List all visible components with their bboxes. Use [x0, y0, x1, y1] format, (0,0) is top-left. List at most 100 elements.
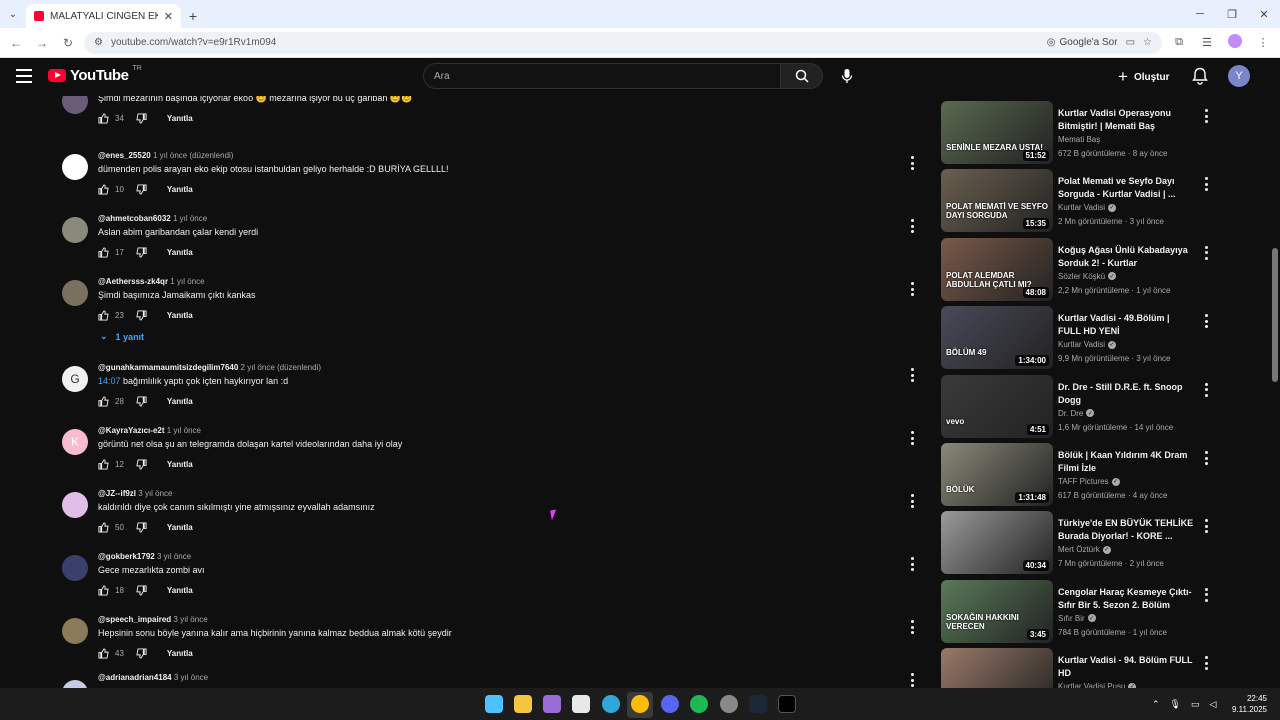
reply-button[interactable]: Yanıtla: [167, 460, 193, 469]
comment-more-icon[interactable]: [908, 219, 916, 233]
video-more-icon[interactable]: [1202, 451, 1210, 465]
commenter-avatar[interactable]: K: [62, 429, 88, 455]
thumbs-up-icon[interactable]: [98, 459, 109, 470]
commenter-avatar[interactable]: [62, 618, 88, 644]
video-thumbnail[interactable]: POLAT ALEMDAR ABDULLAH ÇATLI MI? 48:08: [941, 237, 1053, 301]
related-video-item[interactable]: POLAT MEMATİ VE SEYFO DAYI SORGUDA 15:35 P…: [940, 169, 1210, 233]
channel-name[interactable]: TAFF Pictures: [1058, 477, 1109, 486]
edge-icon[interactable]: [602, 695, 620, 713]
search-input[interactable]: Ara: [423, 63, 781, 89]
video-thumbnail[interactable]: 40:34: [941, 511, 1053, 575]
file-explorer-icon[interactable]: [514, 695, 532, 713]
video-title[interactable]: Dr. Dre - Still D.R.E. ft. Snoop Dogg: [1058, 381, 1194, 407]
comment-more-icon[interactable]: [908, 620, 916, 634]
store-icon[interactable]: [572, 695, 590, 713]
comment-author[interactable]: @speech_impaired: [98, 615, 171, 624]
video-thumbnail[interactable]: vevo 4:51: [941, 374, 1053, 438]
comment-more-icon[interactable]: [908, 368, 916, 382]
thumbs-up-icon[interactable]: [98, 648, 109, 659]
video-title[interactable]: Koğuş Ağası Ünlü Kabadayıya Sorduk 2! - …: [1058, 244, 1194, 270]
related-video-item[interactable]: SENİNLE MEZARA USTA! 51:52 Kurtlar Vadisi …: [940, 101, 1210, 165]
video-thumbnail[interactable]: SENİNLE MEZARA USTA! 51:52: [941, 101, 1053, 164]
volume-icon[interactable]: ◁: [1210, 699, 1217, 710]
channel-name[interactable]: Kurtlar Vadisi: [1058, 340, 1105, 349]
thumbs-down-icon[interactable]: [136, 522, 147, 533]
minimize-icon[interactable]: ─: [1184, 8, 1216, 20]
thumbs-up-icon[interactable]: [98, 247, 109, 258]
video-title[interactable]: Kurtlar Vadisi - 49.Bölüm | FULL HD YENİ: [1058, 312, 1194, 338]
steam-helper-icon[interactable]: [720, 695, 738, 713]
forward-icon[interactable]: →: [32, 36, 52, 50]
close-tab-icon[interactable]: ✕: [164, 10, 173, 23]
thumbs-up-icon[interactable]: [98, 310, 109, 321]
youtube-logo[interactable]: YouTube TR: [48, 65, 142, 84]
new-tab-button[interactable]: +: [181, 4, 205, 28]
video-thumbnail[interactable]: POLAT MEMATİ VE SEYFO DAYI SORGUDA 15:35: [941, 169, 1053, 233]
comment-author[interactable]: @KayraYazıcı-e2t: [98, 426, 165, 435]
video-more-icon[interactable]: [1202, 314, 1210, 329]
related-video-item[interactable]: 40:34 Türkiye'de EN BÜYÜK TEHLİKE Burada …: [940, 511, 1210, 575]
view-replies-button[interactable]: ⌄ 1 yanıt: [100, 331, 144, 342]
thumbs-up-icon[interactable]: [98, 396, 109, 407]
commenter-avatar[interactable]: [62, 217, 88, 243]
video-title[interactable]: Kurtlar Vadisi - 94. Bölüm FULL HD: [1058, 654, 1194, 680]
comment-more-icon[interactable]: [908, 557, 916, 571]
comment-author[interactable]: @enes_25520: [98, 151, 151, 160]
video-title[interactable]: Bölük | Kaan Yıldırım 4K Dram Filmi İzle: [1058, 449, 1194, 475]
extensions-icon[interactable]: ⧉: [1168, 36, 1190, 49]
reply-button[interactable]: Yanıtla: [167, 586, 193, 595]
thumbs-down-icon[interactable]: [136, 585, 147, 596]
create-button[interactable]: + Oluştur: [1118, 65, 1170, 89]
page-scrollbar[interactable]: [1270, 96, 1280, 688]
comment-author[interactable]: @gunahkarmamaumitsizdegilim7640: [98, 363, 238, 372]
comment-more-icon[interactable]: [908, 282, 916, 296]
thumbs-up-icon[interactable]: [98, 522, 109, 533]
related-video-item[interactable]: POLAT ALEMDAR ABDULLAH ÇATLI MI? 48:08 Koğ…: [940, 237, 1210, 302]
spotify-icon[interactable]: [690, 695, 708, 713]
reply-button[interactable]: Yanıtla: [167, 523, 193, 532]
microphone-tray-icon[interactable]: 🎙: [1170, 699, 1181, 710]
commenter-avatar[interactable]: G: [62, 366, 88, 392]
comment-author[interactable]: @JZ--if9zl: [98, 489, 136, 498]
commenter-avatar[interactable]: [62, 555, 88, 581]
channel-name[interactable]: Mert Öztürk: [1058, 545, 1100, 554]
tray-overflow-icon[interactable]: ⌃: [1152, 699, 1160, 710]
notifications-button[interactable]: [1192, 67, 1210, 85]
thumbs-up-icon[interactable]: [98, 113, 109, 124]
reply-button[interactable]: Yanıtla: [167, 114, 193, 123]
app-window-icon[interactable]: [778, 695, 796, 713]
related-video-item[interactable]: BÖLÜM 49 1:34:00 Kurtlar Vadisi - 49.Bölüm…: [940, 306, 1210, 370]
chrome-icon[interactable]: [631, 695, 649, 713]
profile-icon[interactable]: [1224, 34, 1246, 51]
comment-more-icon[interactable]: [908, 673, 916, 687]
thumbs-up-icon[interactable]: [98, 184, 109, 195]
bookmark-star-icon[interactable]: ☆: [1143, 37, 1152, 48]
reply-button[interactable]: Yanıtla: [167, 649, 193, 658]
video-more-icon[interactable]: [1202, 519, 1210, 534]
thumbs-up-icon[interactable]: [98, 585, 109, 596]
cast-icon[interactable]: ▭: [1126, 37, 1135, 48]
video-title[interactable]: Kurtlar Vadisi Operasyonu Bitmiştir! | M…: [1058, 107, 1194, 133]
close-window-icon[interactable]: ✕: [1248, 8, 1280, 21]
voice-search-button[interactable]: [838, 66, 856, 86]
video-thumbnail[interactable]: SOKAĞIN HAKKINI VERECEN 3:45: [941, 579, 1053, 643]
video-more-icon[interactable]: [1202, 382, 1210, 397]
discord-icon[interactable]: [661, 695, 679, 713]
reload-icon[interactable]: ↻: [58, 36, 78, 50]
scrollbar-thumb[interactable]: [1272, 248, 1278, 382]
comment-author[interactable]: @Aethersss-zk4qr: [98, 277, 168, 286]
channel-name[interactable]: Dr. Dre: [1058, 409, 1083, 418]
related-video-item[interactable]: SOKAĞIN HAKKINI VERECEN 3:45 Cengolar Hara…: [940, 579, 1210, 644]
google-ask-button[interactable]: ◎ Google'a Sor: [1047, 37, 1118, 48]
tab-search-dropdown-icon[interactable]: ⌄: [0, 0, 26, 28]
channel-name[interactable]: Sözler Köşkü: [1058, 272, 1105, 281]
video-more-icon[interactable]: [1202, 245, 1210, 260]
address-bar[interactable]: ⚙ youtube.com/watch?v=e9r1Rv1m094 ◎ Googl…: [84, 31, 1162, 54]
hamburger-menu-icon[interactable]: [16, 69, 32, 83]
thumbs-down-icon[interactable]: [136, 310, 147, 321]
account-avatar[interactable]: Y: [1228, 65, 1250, 87]
related-video-item[interactable]: BÖLÜK 1:31:48 Bölük | Kaan Yıldırım 4K Dra…: [940, 443, 1210, 507]
comment-author[interactable]: @adrianadrian4184: [98, 673, 172, 682]
thumbs-down-icon[interactable]: [136, 459, 147, 470]
related-video-item[interactable]: Kurtlar Vadisi - 94. Bölüm FULL HD Kurtla…: [940, 648, 1210, 688]
